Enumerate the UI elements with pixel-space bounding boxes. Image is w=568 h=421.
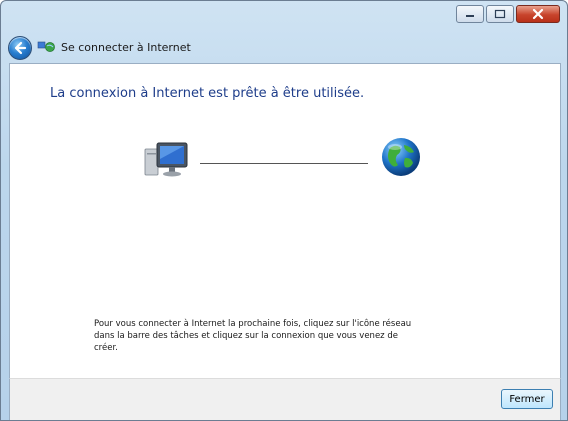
window-controls <box>456 5 560 23</box>
title-bar: Se connecter à Internet <box>1 1 567 63</box>
page-heading: La connexion à Internet est prête à être… <box>50 86 365 101</box>
back-button[interactable] <box>8 36 32 60</box>
close-dialog-button[interactable]: Fermer <box>501 389 553 409</box>
back-arrow-icon <box>14 41 27 55</box>
wizard-content: La connexion à Internet est prête à être… <box>9 63 561 379</box>
maximize-button[interactable] <box>486 5 514 23</box>
computer-icon <box>144 142 188 177</box>
minimize-button[interactable] <box>456 5 484 23</box>
window-title: Se connecter à Internet <box>61 41 191 54</box>
maximize-icon <box>494 9 506 19</box>
globe-icon <box>382 138 420 176</box>
wizard-window: Se connecter à Internet La connexion à I… <box>0 0 568 421</box>
minimize-icon <box>466 15 474 17</box>
network-icon <box>37 41 55 52</box>
wizard-footer: Fermer <box>9 378 561 420</box>
info-text: Pour vous connecter à Internet la procha… <box>94 319 412 353</box>
connection-line <box>200 163 368 164</box>
close-button[interactable] <box>516 5 560 23</box>
close-icon <box>532 8 544 20</box>
